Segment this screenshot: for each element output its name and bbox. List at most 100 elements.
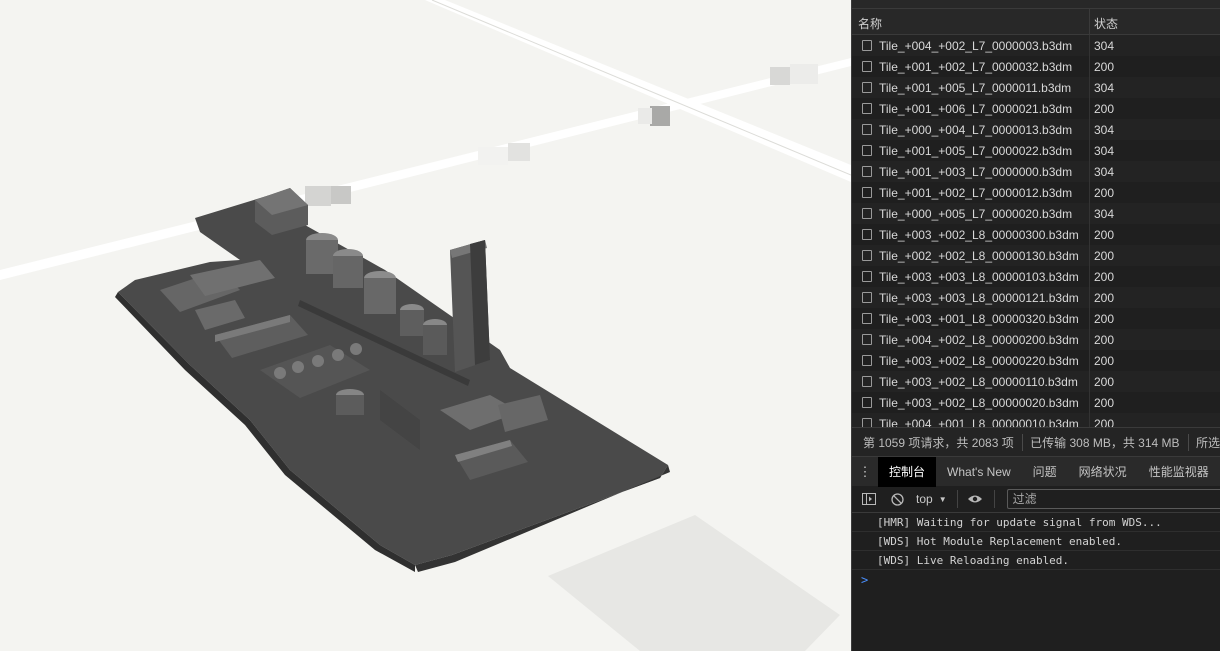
context-selector[interactable]: top ▼ — [916, 492, 947, 506]
network-request-row[interactable]: Tile_+004_+002_L8_00000200.b3dm 200 — [852, 329, 1220, 350]
request-status: 200 — [1094, 101, 1115, 116]
row-checkbox[interactable] — [862, 124, 872, 135]
network-request-row[interactable]: Tile_+001_+002_L7_0000012.b3dm 200 — [852, 182, 1220, 203]
row-checkbox[interactable] — [862, 250, 872, 261]
row-checkbox[interactable] — [862, 103, 872, 114]
request-name: Tile_+003_+002_L8_00000300.b3dm — [879, 227, 1079, 242]
more-vertical-icon[interactable]: ⋮ — [852, 464, 878, 480]
drawer-tab-bar: ⋮ 控制台 What's New 问题 网络状况 性能监视器 — [852, 456, 1220, 487]
row-checkbox[interactable] — [862, 355, 872, 366]
tile-box — [650, 106, 670, 126]
column-header-status[interactable]: 状态 — [1090, 9, 1122, 34]
network-request-row[interactable]: Tile_+004_+001_L8_00000010.b3dm 200 — [852, 413, 1220, 427]
network-request-row[interactable]: Tile_+000_+005_L7_0000020.b3dm 304 — [852, 203, 1220, 224]
network-request-row[interactable]: Tile_+003_+002_L8_00000220.b3dm 200 — [852, 350, 1220, 371]
console-log-line: [HMR] Waiting for update signal from WDS… — [852, 513, 1220, 532]
request-name-cell: Tile_+001_+005_L7_0000022.b3dm — [852, 140, 1090, 161]
row-checkbox[interactable] — [862, 376, 872, 387]
caret-down-icon: ▼ — [938, 494, 947, 504]
resources-size: 所选 — [1195, 435, 1220, 450]
request-name-cell: Tile_+001_+002_L7_0000032.b3dm — [852, 56, 1090, 77]
request-name: Tile_+001_+003_L7_0000000.b3dm — [879, 164, 1073, 179]
request-name-cell: Tile_+000_+005_L7_0000020.b3dm — [852, 203, 1090, 224]
row-checkbox[interactable] — [862, 61, 872, 72]
request-name: Tile_+001_+005_L7_0000022.b3dm — [879, 143, 1073, 158]
3d-viewport[interactable] — [0, 0, 851, 651]
network-request-row[interactable]: Tile_+001_+002_L7_0000032.b3dm 200 — [852, 56, 1220, 77]
request-status: 304 — [1094, 143, 1115, 158]
request-name-cell: Tile_+001_+005_L7_0000011.b3dm — [852, 77, 1090, 98]
request-name: Tile_+004_+002_L7_0000003.b3dm — [879, 38, 1073, 53]
row-checkbox[interactable] — [862, 208, 872, 219]
network-request-row[interactable]: Tile_+000_+004_L7_0000013.b3dm 304 — [852, 119, 1220, 140]
row-checkbox[interactable] — [862, 271, 872, 282]
network-request-list[interactable]: Tile_+004_+002_L7_0000003.b3dm 304 Tile_+0… — [852, 35, 1220, 427]
row-checkbox[interactable] — [862, 82, 872, 93]
network-request-row[interactable]: Tile_+003_+001_L8_00000320.b3dm 200 — [852, 308, 1220, 329]
request-name: Tile_+001_+005_L7_0000011.b3dm — [879, 80, 1072, 95]
clear-console-icon[interactable] — [888, 490, 906, 508]
row-checkbox[interactable] — [862, 187, 872, 198]
network-request-row[interactable]: Tile_+001_+005_L7_0000022.b3dm 304 — [852, 140, 1220, 161]
request-status: 200 — [1094, 374, 1115, 389]
network-request-row[interactable]: Tile_+001_+005_L7_0000011.b3dm 304 — [852, 77, 1220, 98]
scene-canvas[interactable] — [0, 0, 851, 651]
request-name: Tile_+003_+003_L8_00000121.b3dm — [879, 290, 1079, 305]
request-status: 200 — [1094, 311, 1115, 326]
row-checkbox[interactable] — [862, 334, 872, 345]
column-header-name[interactable]: 名称 — [852, 9, 1090, 34]
network-request-row[interactable]: Tile_+001_+006_L7_0000021.b3dm 200 — [852, 98, 1220, 119]
row-checkbox[interactable] — [862, 313, 872, 324]
sidebar-toggle-icon[interactable] — [860, 490, 878, 508]
request-status: 200 — [1094, 395, 1115, 410]
request-name: Tile_+004_+001_L8_00000010.b3dm — [879, 416, 1079, 428]
devtools-panel: 名称 状态 Tile_+004_+002_L7_0000003.b3dm 304 T… — [851, 0, 1220, 651]
console-filter-input[interactable]: 过滤 — [1006, 489, 1220, 509]
console-prompt[interactable]: > — [852, 570, 1220, 590]
request-name-cell: Tile_+003_+001_L8_00000320.b3dm — [852, 308, 1090, 329]
network-request-row[interactable]: Tile_+003_+002_L8_00000110.b3dm 200 — [852, 371, 1220, 392]
row-checkbox[interactable] — [862, 166, 872, 177]
row-checkbox[interactable] — [862, 145, 872, 156]
network-request-row[interactable]: Tile_+003_+002_L8_00000300.b3dm 200 — [852, 224, 1220, 245]
request-status: 200 — [1094, 332, 1115, 347]
plant-model[interactable] — [115, 188, 670, 572]
request-status: 304 — [1094, 164, 1115, 179]
ground-plane — [548, 515, 840, 651]
tab-console[interactable]: 控制台 — [878, 456, 937, 487]
network-toolbar-edge — [852, 0, 1220, 9]
network-request-row[interactable]: Tile_+003_+002_L8_00000020.b3dm 200 — [852, 392, 1220, 413]
request-name-cell: Tile_+000_+004_L7_0000013.b3dm — [852, 119, 1090, 140]
network-summary-bar: 第 1059 项请求，共 2083 项 已传输 308 MB，共 314 MB … — [852, 427, 1220, 456]
tab-issues[interactable]: 问题 — [1022, 457, 1068, 487]
request-status: 200 — [1094, 269, 1115, 284]
request-name-cell: Tile_+002_+002_L8_00000130.b3dm — [852, 245, 1090, 266]
network-request-row[interactable]: Tile_+001_+003_L7_0000000.b3dm 304 — [852, 161, 1220, 182]
request-status: 200 — [1094, 290, 1115, 305]
row-checkbox[interactable] — [862, 40, 872, 51]
network-request-row[interactable]: Tile_+003_+003_L8_00000103.b3dm 200 — [852, 266, 1220, 287]
tab-performance-monitor[interactable]: 性能监视器 — [1138, 457, 1220, 487]
row-checkbox[interactable] — [862, 229, 872, 240]
network-request-row[interactable]: Tile_+002_+002_L8_00000130.b3dm 200 — [852, 245, 1220, 266]
network-request-row[interactable]: Tile_+004_+002_L7_0000003.b3dm 304 — [852, 35, 1220, 56]
live-expression-eye-icon[interactable] — [966, 490, 984, 508]
request-name: Tile_+003_+003_L8_00000103.b3dm — [879, 269, 1079, 284]
road-horizontal — [0, 58, 851, 280]
row-checkbox[interactable] — [862, 292, 872, 303]
request-count: 第 1059 项请求，共 2083 项 — [863, 435, 1014, 450]
request-status: 200 — [1094, 227, 1115, 242]
request-status: 304 — [1094, 206, 1115, 221]
tab-network-conditions[interactable]: 网络状况 — [1068, 457, 1138, 487]
network-table-header: 名称 状态 — [852, 9, 1220, 35]
network-request-row[interactable]: Tile_+003_+003_L8_00000121.b3dm 200 — [852, 287, 1220, 308]
request-name: Tile_+000_+004_L7_0000013.b3dm — [879, 122, 1073, 137]
tile-box — [790, 64, 818, 84]
row-checkbox[interactable] — [862, 418, 872, 427]
request-name: Tile_+004_+002_L8_00000200.b3dm — [879, 332, 1079, 347]
request-status: 200 — [1094, 248, 1115, 263]
tab-whats-new[interactable]: What's New — [936, 457, 1022, 487]
row-checkbox[interactable] — [862, 397, 872, 408]
tile-box — [508, 143, 530, 161]
request-name-cell: Tile_+003_+003_L8_00000121.b3dm — [852, 287, 1090, 308]
